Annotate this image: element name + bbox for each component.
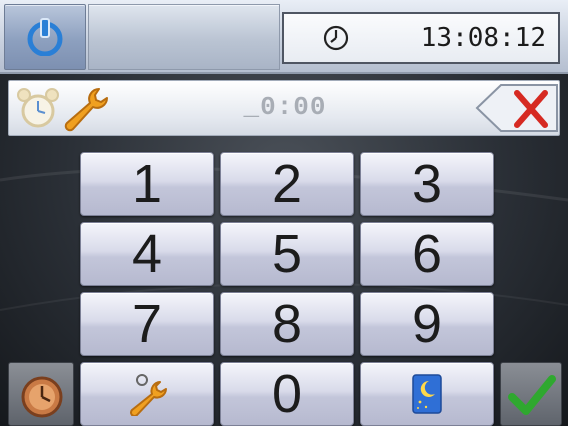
power-button[interactable] (4, 4, 86, 70)
wrench-icon (129, 374, 167, 416)
current-time: 13:08:12 (420, 23, 546, 53)
night-mode-key[interactable] (360, 362, 494, 426)
top-bar: 13:08:12 (0, 0, 568, 74)
timer-button[interactable] (8, 362, 74, 426)
menu-button[interactable] (88, 4, 280, 70)
confirm-button[interactable] (500, 362, 562, 426)
timer-clock-icon (21, 376, 63, 418)
key-8[interactable]: 8 (220, 292, 354, 356)
device-screen: 13:08:12 _0:00 1 2 3 4 5 6 7 8 9 0 (0, 0, 568, 426)
key-7[interactable]: 7 (80, 292, 214, 356)
night-mode-icon (412, 374, 442, 414)
clock-icon (323, 25, 349, 51)
time-entry-field[interactable]: _0:00 (8, 80, 560, 136)
key-9[interactable]: 9 (360, 292, 494, 356)
checkmark-icon (508, 375, 556, 415)
key-2[interactable]: 2 (220, 152, 354, 216)
key-3[interactable]: 3 (360, 152, 494, 216)
power-icon (27, 18, 63, 56)
clock-display: 13:08:12 (282, 12, 560, 64)
settings-key[interactable] (80, 362, 214, 426)
key-1[interactable]: 1 (80, 152, 214, 216)
key-5[interactable]: 5 (220, 222, 354, 286)
key-4[interactable]: 4 (80, 222, 214, 286)
key-6[interactable]: 6 (360, 222, 494, 286)
backspace-x-icon (475, 84, 558, 132)
key-0[interactable]: 0 (220, 362, 354, 426)
backspace-button[interactable] (475, 81, 559, 135)
